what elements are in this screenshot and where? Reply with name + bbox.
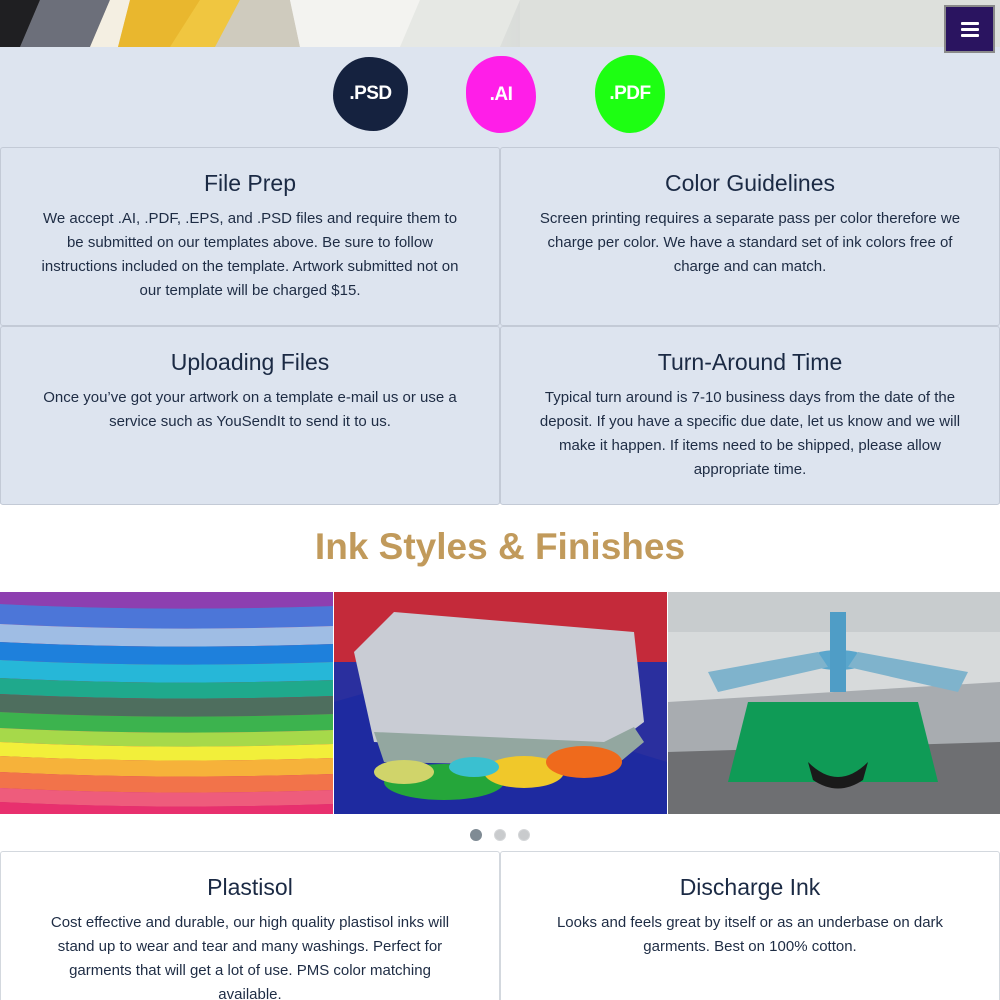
psd-badge: .PSD — [333, 57, 408, 131]
ai-badge: .AI — [466, 56, 536, 133]
hero-banner-image — [0, 0, 1000, 47]
folded-shirts-banner — [0, 0, 1000, 47]
pdf-badge: .PDF — [595, 55, 665, 133]
card-title: Uploading Files — [170, 349, 330, 375]
screen-press-photo — [668, 592, 1000, 814]
card-title: File Prep — [203, 170, 297, 196]
ink-styles-heading: Ink Styles & Finishes — [314, 526, 686, 567]
color-guidelines-card: Color Guidelines Screen printing require… — [500, 147, 1000, 326]
file-prep-card: File Prep We accept .AI, .PDF, .EPS, and… — [0, 147, 500, 326]
colored-shirts-photo — [0, 592, 333, 814]
carousel-dot-2[interactable] — [494, 829, 506, 841]
card-body: We accept .AI, .PDF, .EPS, and .PSD file… — [41, 210, 459, 299]
hamburger-icon — [960, 19, 979, 40]
turn-around-card: Turn-Around Time Typical turn around is … — [500, 326, 1000, 505]
ink-carousel[interactable] — [0, 592, 1000, 814]
uploading-files-card: Uploading Files Once you’ve got your art… — [0, 326, 500, 505]
card-title: Discharge Ink — [679, 874, 821, 900]
menu-button[interactable] — [944, 5, 995, 53]
squeegee-ink-photo — [334, 592, 667, 814]
file-type-badges: .PSD .AI .PDF — [0, 47, 1000, 147]
discharge-ink-card: Discharge Ink Looks and feels great by i… — [500, 851, 1000, 1000]
card-title: Turn-Around Time — [657, 349, 843, 375]
card-body: Once you’ve got your artwork on a templa… — [43, 389, 457, 430]
carousel-indicators — [0, 829, 1000, 841]
carousel-dot-3[interactable] — [518, 829, 530, 841]
card-body: Typical turn around is 7-10 business day… — [539, 389, 961, 478]
carousel-dot-1[interactable] — [470, 829, 482, 841]
card-title: Color Guidelines — [664, 170, 836, 196]
card-body: Cost effective and durable, our high qua… — [50, 914, 450, 1000]
file-guidelines-section: .PSD .AI .PDF File Prep We accept .AI, .… — [0, 47, 1000, 505]
card-body: Looks and feels great by itself or as an… — [556, 914, 944, 955]
card-body: Screen printing requires a separate pass… — [539, 210, 961, 275]
card-title: Plastisol — [207, 874, 293, 900]
plastisol-card: Plastisol Cost effective and durable, ou… — [0, 851, 500, 1000]
